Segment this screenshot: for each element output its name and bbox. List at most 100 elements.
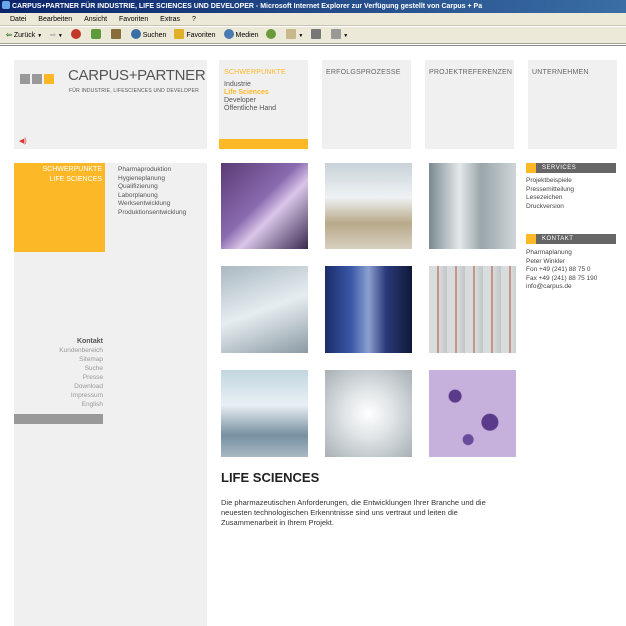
toolbar: ⇦ Zurück ▼ ⇨ ▼ Suchen Favoriten Medien ▼…	[0, 27, 626, 44]
menu-bearbeiten[interactable]: Bearbeiten	[38, 16, 72, 23]
sublink-hygieneplanung[interactable]: Hygieneplanung	[118, 175, 186, 184]
photo-pipe-installation[interactable]	[429, 266, 516, 353]
link-kundenbereich[interactable]: Kundenbereich	[14, 346, 103, 355]
sublink-laborplanung[interactable]: Laborplanung	[118, 192, 186, 201]
edit-icon	[331, 29, 342, 39]
speaker-icon[interactable]: ◀)	[19, 137, 27, 145]
sublink-qualifizierung[interactable]: Qualifizierung	[118, 183, 186, 192]
home-icon	[110, 29, 121, 39]
favorites-button[interactable]: Favoriten	[174, 27, 216, 44]
menu-datei[interactable]: Datei	[10, 16, 26, 23]
section-label-schwerpunkte: SCHWERPUNKTE	[42, 166, 102, 173]
nav-sub-oeffentliche-hand[interactable]: Öffentliche Hand	[224, 105, 276, 113]
menu-extras[interactable]: Extras	[160, 16, 180, 23]
menu-help[interactable]: ?	[192, 16, 196, 23]
chevron-down-icon: ▼	[298, 33, 304, 39]
contact-fax: Fax +49 (241) 88 75 190	[526, 274, 598, 282]
nav-sub-industrie[interactable]: Industrie	[224, 81, 251, 89]
back-arrow-icon: ⇦	[6, 32, 12, 39]
contact-marker	[526, 234, 536, 244]
window-titlebar: CARPUS+PARTNER FÜR INDUSTRIE, LIFE SCIEN…	[0, 0, 626, 13]
link-download[interactable]: Download	[14, 382, 103, 391]
search-label: Suchen	[142, 32, 167, 39]
stop-button[interactable]	[70, 27, 83, 44]
chevron-down-icon: ▼	[37, 33, 43, 39]
services-title: SERVICES	[542, 165, 577, 171]
window-title: CARPUS+PARTNER FÜR INDUSTRIE, LIFE SCIEN…	[12, 3, 483, 10]
mail-button[interactable]: ▼	[286, 27, 303, 45]
photo-production-plant[interactable]	[429, 163, 516, 249]
contact-email[interactable]: info@carpus.de	[526, 283, 597, 292]
photo-laboratory-benches[interactable]	[221, 370, 308, 457]
logo-tagline: FÜR INDUSTRIE, LIFESCIENCES UND DEVELOPE…	[69, 88, 199, 94]
print-button[interactable]	[311, 27, 323, 44]
nav-sub-life-sciences[interactable]: Life Sciences	[224, 89, 269, 97]
refresh-button[interactable]	[90, 27, 103, 44]
back-button[interactable]: ⇦ Zurück ▼	[6, 27, 42, 45]
chevron-down-icon: ▼	[343, 33, 349, 39]
ie-logo-icon	[2, 1, 10, 9]
service-druckversion[interactable]: Druckversion	[526, 203, 574, 212]
back-label: Zurück	[13, 32, 36, 39]
menu-favoriten[interactable]: Favoriten	[119, 16, 148, 23]
menu-bar: Datei Bearbeiten Ansicht Favoriten Extra…	[0, 13, 626, 26]
link-english[interactable]: English	[14, 400, 103, 409]
media-button[interactable]: Medien	[223, 27, 259, 44]
refresh-icon	[90, 29, 101, 39]
mail-icon	[286, 29, 297, 39]
photo-lab-room[interactable]	[325, 163, 412, 249]
link-kontakt[interactable]: Kontakt	[14, 337, 103, 346]
section-label-life-sciences: LIFE SCIENCES	[49, 176, 102, 183]
contact-header: KONTAKT	[526, 234, 616, 244]
photo-building-night[interactable]	[325, 266, 412, 353]
logo-mark	[20, 71, 56, 89]
photo-lab-worker[interactable]	[221, 163, 308, 249]
stop-icon	[70, 29, 81, 39]
photo-corridor[interactable]	[325, 370, 412, 457]
service-pressemitteilung[interactable]: Pressemitteilung	[526, 186, 574, 195]
contact-title: KONTAKT	[542, 236, 574, 242]
sublink-pharmaproduktion[interactable]: Pharmaproduktion	[118, 166, 186, 175]
page-title: LIFE SCIENCES	[221, 470, 320, 485]
nav-erfolgsprozesse[interactable]: ERFOLGSPROZESSE	[326, 69, 401, 76]
print-icon	[311, 29, 322, 39]
contact-phone: Fon +49 (241) 88 75 0	[526, 266, 591, 273]
menu-ansicht[interactable]: Ansicht	[84, 16, 107, 23]
nav-unternehmen[interactable]: UNTERNEHMEN	[532, 69, 589, 76]
service-lesezeichen[interactable]: Lesezeichen	[526, 194, 574, 203]
contact-department: Pharmaplanung	[526, 249, 572, 256]
services-list: Projektbeispiele Pressemitteilung Leseze…	[526, 177, 574, 211]
nav-projektreferenzen[interactable]: PROJEKTREFERENZEN	[429, 69, 512, 76]
favorites-icon	[174, 29, 185, 39]
photo-microscope-cells[interactable]	[429, 370, 516, 457]
search-button[interactable]: Suchen	[130, 27, 167, 44]
sublink-produktionsentwicklung[interactable]: Produktionsentwicklung	[118, 209, 186, 218]
media-icon	[223, 29, 234, 39]
history-button[interactable]	[266, 27, 278, 44]
nav-active-indicator	[219, 139, 308, 149]
service-projektbeispiele[interactable]: Projektbeispiele	[526, 177, 574, 186]
footer-links: Kontakt Kundenbereich Sitemap Suche Pres…	[14, 337, 103, 409]
chevron-down-icon: ▼	[57, 33, 63, 39]
page-body-text: Die pharmazeutischen Anforderungen, die …	[221, 498, 486, 527]
sublink-list: Pharmaproduktion Hygieneplanung Qualifiz…	[118, 166, 186, 217]
link-impressum[interactable]: Impressum	[14, 391, 103, 400]
forward-arrow-icon: ⇨	[50, 32, 56, 39]
link-suche[interactable]: Suche	[14, 364, 103, 373]
home-button[interactable]	[110, 27, 123, 44]
forward-button[interactable]: ⇨ ▼	[50, 27, 63, 45]
link-sitemap[interactable]: Sitemap	[14, 355, 103, 364]
nav-sub-developer[interactable]: Developer	[224, 97, 256, 105]
photo-clean-room[interactable]	[221, 266, 308, 353]
nav-schwerpunkte[interactable]: SCHWERPUNKTE	[224, 69, 286, 76]
link-presse[interactable]: Presse	[14, 373, 103, 382]
contact-details: Pharmaplanung Peter Winkler Fon +49 (241…	[526, 249, 597, 292]
history-icon	[266, 29, 277, 39]
logo-text[interactable]: CARPUS+PARTNER	[68, 67, 206, 84]
services-marker	[526, 163, 536, 173]
edit-button[interactable]: ▼	[331, 27, 348, 45]
sublink-werksentwicklung[interactable]: Werksentwicklung	[118, 200, 186, 209]
search-icon	[130, 29, 141, 39]
media-label: Medien	[235, 32, 259, 39]
footer-bar	[14, 414, 103, 424]
